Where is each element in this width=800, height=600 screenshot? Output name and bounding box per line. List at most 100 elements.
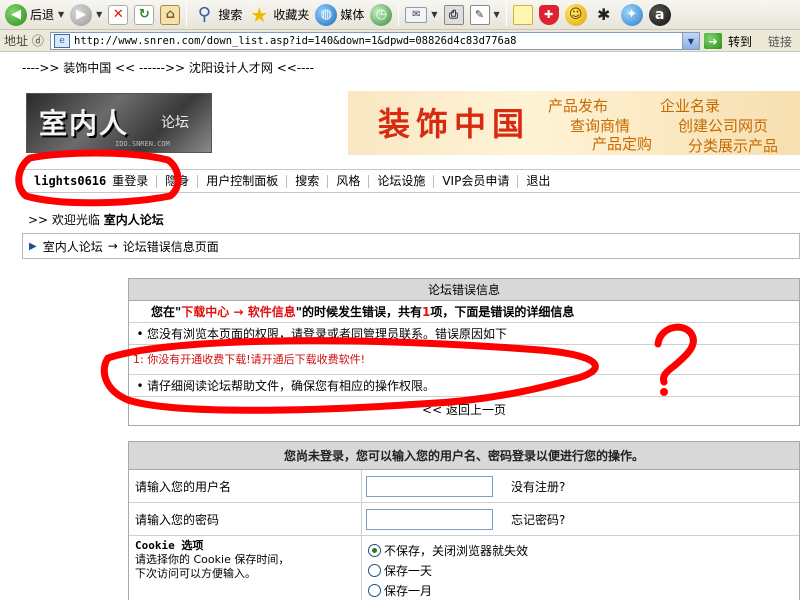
- error-panel: 论坛错误信息 您在"下载中心 → 软件信息"的时候发生错误，共有1项，下面是错误…: [128, 278, 800, 426]
- nav-item-control-panel[interactable]: 用户控制面板: [198, 174, 288, 188]
- toolbar-separator: [398, 3, 400, 26]
- favorites-button[interactable]: ★ 收藏夹: [245, 2, 312, 28]
- bird-button[interactable]: ✦: [618, 2, 646, 28]
- error-line: • 请仔细阅读论坛帮助文件，确保您有相应的操作权限。: [129, 375, 799, 397]
- edit-button[interactable]: ✎ ▼: [467, 2, 503, 28]
- notes-button[interactable]: [510, 2, 536, 28]
- links-button[interactable]: 链接: [768, 33, 792, 50]
- cookie-desc-line: 下次访问可以方便输入。: [135, 567, 256, 580]
- shield-icon: ✚: [538, 4, 559, 25]
- cookie-option[interactable]: 保存一天: [368, 560, 799, 580]
- error-title: 您在"下载中心 → 软件信息"的时候发生错误，共有1项，下面是错误的详细信息: [129, 301, 799, 323]
- address-bar: 地址 ⓓ e http://www.snren.com/down_list.as…: [0, 30, 800, 52]
- home-icon: ⌂: [160, 4, 181, 25]
- password-label: 请输入您的密码: [129, 503, 362, 535]
- search-label: 搜索: [218, 8, 243, 22]
- error-title-pre: 您在": [151, 305, 182, 319]
- back-link[interactable]: << 返回上一页: [129, 397, 799, 423]
- refresh-button[interactable]: ↻: [131, 2, 157, 28]
- note-icon: [512, 4, 533, 25]
- username-row: 请输入您的用户名 没有注册?: [129, 470, 799, 503]
- banner-tag: 产品发布: [548, 97, 609, 115]
- cookie-row: Cookie 选项 请选择你的 Cookie 保存时间， 下次访问可以方便输入。…: [129, 536, 799, 600]
- error-detail: 1: 你没有开通收费下载!请开通后下载收费软件!: [129, 345, 799, 375]
- breadcrumb-home-link[interactable]: 室内人论坛: [43, 238, 103, 255]
- smiley-button[interactable]: ☺: [562, 2, 590, 28]
- amazon-button[interactable]: a: [646, 2, 674, 28]
- smiley-icon: ☺: [564, 3, 587, 26]
- url-text[interactable]: http://www.snren.com/down_list.asp?id=14…: [74, 35, 682, 47]
- error-location-2[interactable]: 软件信息: [248, 305, 296, 319]
- go-button[interactable]: ➜ 转到: [704, 32, 752, 50]
- banner-tag: 分类展示产品: [688, 137, 779, 155]
- nav-item-search[interactable]: 搜索: [287, 174, 329, 188]
- nav-item-vip[interactable]: VIP会员申请: [434, 174, 519, 188]
- banner-tag: 创建公司网页: [678, 117, 769, 135]
- banner-tag: 产品定购: [592, 135, 653, 153]
- mail-button[interactable]: ✉ ▼: [402, 2, 440, 28]
- home-button[interactable]: ⌂: [157, 2, 183, 28]
- bird-icon: ✦: [620, 3, 643, 26]
- printer-icon: ⎙: [443, 4, 464, 25]
- cookie-desc-line: 请选择你的 Cookie 保存时间，: [135, 553, 290, 566]
- favorites-label: 收藏夹: [273, 8, 310, 22]
- nav-item-invisible[interactable]: 隐身: [157, 174, 199, 188]
- nav-item-logout[interactable]: 退出: [518, 174, 558, 188]
- error-title-mid: "的时候发生错误，共有: [295, 305, 422, 319]
- address-field[interactable]: e http://www.snren.com/down_list.asp?id=…: [50, 32, 700, 50]
- forum-logo[interactable]: 室内人 论坛 IDO.SNREN.COM: [26, 93, 212, 153]
- password-row: 请输入您的密码 忘记密码?: [129, 503, 799, 536]
- cookie-option[interactable]: 保存一月: [368, 580, 799, 600]
- username-input[interactable]: [366, 475, 493, 497]
- nav-username[interactable]: lights0616: [34, 174, 106, 188]
- edit-dropdown-icon[interactable]: ▼: [494, 10, 500, 19]
- cookie-option-label: 保存一天: [384, 563, 433, 578]
- back-button[interactable]: ◀ 后退 ▼: [2, 2, 67, 28]
- radio-selected-icon[interactable]: [368, 543, 381, 557]
- password-input[interactable]: [366, 508, 493, 530]
- print-button[interactable]: ⎙: [441, 2, 467, 28]
- logo-main-text: 室内人: [39, 107, 130, 140]
- login-panel: 您尚未登录，您可以输入您的用户名、密码登录以便进行您的操作。 请输入您的用户名 …: [128, 441, 800, 600]
- radio-icon[interactable]: [368, 583, 381, 597]
- cookie-title: Cookie 选项: [135, 539, 204, 552]
- nav-item-relogin[interactable]: 重登录: [106, 174, 158, 188]
- radio-icon[interactable]: [368, 563, 381, 577]
- address-dropdown-icon[interactable]: ▼: [682, 33, 699, 49]
- nav-item-facilities[interactable]: 论坛设施: [369, 174, 435, 188]
- error-panel-header: 论坛错误信息: [129, 279, 799, 301]
- forgot-password-link[interactable]: 忘记密码?: [511, 511, 565, 528]
- page-icon: e: [54, 34, 70, 48]
- forum-nav-bar: lights0616 重登录 隐身 用户控制面板 搜索 风格 论坛设施 VIP会…: [22, 169, 800, 193]
- mail-dropdown-icon[interactable]: ▼: [431, 10, 437, 19]
- register-link[interactable]: 没有注册?: [511, 478, 565, 495]
- breadcrumb-current: 论坛错误信息页面: [122, 239, 219, 254]
- bullet-icon: •: [136, 327, 144, 341]
- history-icon: ◷: [370, 3, 393, 26]
- banner-tag: 企业名录: [660, 97, 721, 115]
- cookie-option[interactable]: 不保存，关闭浏览器就失效: [368, 540, 799, 560]
- history-button[interactable]: ◷: [367, 2, 395, 28]
- forward-dropdown-icon[interactable]: ▼: [96, 10, 102, 19]
- forward-button[interactable]: ▶ ▼: [67, 2, 105, 28]
- back-dropdown-icon[interactable]: ▼: [58, 10, 64, 19]
- login-panel-header: 您尚未登录，您可以输入您的用户名、密码登录以便进行您的操作。: [129, 442, 799, 470]
- messenger-button[interactable]: ✱: [590, 2, 618, 28]
- refresh-icon: ↻: [134, 4, 155, 25]
- error-title-post: 项，下面是错误的详细信息: [430, 305, 575, 319]
- star-icon: ★: [250, 2, 269, 27]
- welcome-site-name: 室内人论坛: [103, 213, 164, 227]
- forward-arrow-icon: ▶: [70, 3, 93, 26]
- search-button[interactable]: ⚲ 搜索: [190, 2, 245, 28]
- error-location-1[interactable]: 下载中心: [181, 305, 229, 319]
- search-icon: ⚲: [197, 4, 211, 25]
- media-label: 媒体: [340, 8, 365, 22]
- nav-item-style[interactable]: 风格: [328, 174, 370, 188]
- site-links-breadcrumb[interactable]: ---->> 装饰中国 << ------>> 沈阳设计人才网 <<----: [22, 59, 314, 76]
- media-button[interactable]: ◍ 媒体: [312, 2, 367, 28]
- shield-button[interactable]: ✚: [536, 2, 562, 28]
- stop-button[interactable]: ✕: [105, 2, 131, 28]
- cookie-option-label: 保存一月: [384, 583, 433, 598]
- stop-icon: ✕: [108, 4, 129, 25]
- ad-banner[interactable]: 装饰中国 产品发布 企业名录 查询商情 创建公司网页 产品定购 分类展示产品: [348, 91, 800, 155]
